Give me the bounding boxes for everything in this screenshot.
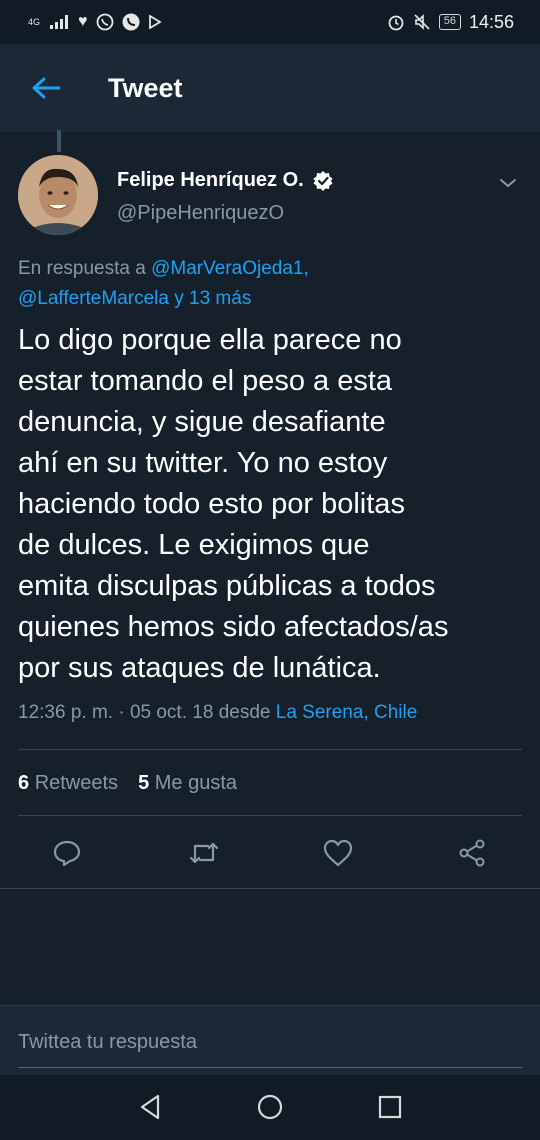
network-type: 4G [28, 16, 41, 27]
likes-count: 5 [138, 772, 150, 794]
tweet-text: Lo digo porque ella parece no estar toma… [18, 320, 528, 689]
back-button[interactable] [0, 44, 92, 132]
tweet-stats: 6 Retweets 5 Me gusta [18, 772, 237, 795]
mention-link[interactable]: @MarVeraOjeda1, [151, 258, 309, 279]
tweet-time: 12:36 p. m. [18, 702, 114, 723]
likes-stat[interactable]: 5 Me gusta [138, 772, 237, 795]
avatar[interactable] [18, 155, 98, 235]
status-right-icons: 56 14:56 [387, 12, 514, 33]
reply-prefix: En respuesta a [18, 258, 146, 279]
whatsapp-icon [96, 13, 113, 31]
tweet-date: 05 oct. 18 [129, 702, 214, 723]
alarm-icon [388, 15, 404, 31]
author-name[interactable]: Felipe Henríquez O. [117, 169, 304, 192]
tweet-text-line: por sus ataques de lunática. [18, 652, 381, 684]
divider [18, 749, 522, 750]
heart-icon: ♥ [78, 13, 88, 30]
verified-badge-icon [313, 170, 333, 191]
retweets-count: 6 [18, 772, 30, 794]
name-line: Felipe Henríquez O. [117, 169, 334, 192]
mention-link[interactable]: @LafferteMarcela [18, 288, 169, 309]
tweet-text-line: estar tomando el peso a esta [18, 365, 393, 397]
mute-icon [414, 14, 430, 30]
author-info: Felipe Henríquez O. @PipeHenriquezO [117, 169, 334, 225]
meta-separator: · [118, 702, 125, 723]
tweet-text-line: Lo digo porque ella parece no [18, 324, 402, 356]
tweet-text-line: ahí en su twitter. Yo no estoy [18, 447, 388, 479]
reply-icon [53, 840, 81, 867]
likes-label: Me gusta [154, 772, 238, 794]
back-arrow-icon [32, 77, 61, 99]
share-button[interactable] [454, 835, 490, 871]
chevron-down-icon[interactable] [494, 169, 522, 197]
nav-back-icon[interactable] [134, 1091, 166, 1123]
retweets-stat[interactable]: 6 Retweets [18, 772, 118, 795]
play-icon [148, 15, 162, 29]
status-left-icons: 4G ♥ [28, 13, 162, 31]
phone-icon [122, 13, 139, 31]
tweet-text-line: emita disculpas públicas a todos [18, 570, 436, 602]
reply-input[interactable] [18, 1018, 522, 1068]
app-header: Tweet [0, 44, 540, 132]
tweet-text-line: de dulces. Le exigimos que [18, 529, 370, 561]
heart-icon [323, 839, 353, 867]
signal-icon [50, 15, 68, 29]
share-icon [459, 839, 485, 867]
retweet-button[interactable] [186, 835, 222, 871]
reply-to: En respuesta a @MarVeraOjeda1, @Lafferte… [18, 254, 522, 314]
battery-icon: 56 [438, 14, 461, 30]
nav-recents-icon[interactable] [374, 1091, 406, 1123]
divider [18, 815, 522, 816]
tweet-text-line: haciendo todo esto por bolitas [18, 488, 405, 520]
tweet-actions [0, 825, 540, 881]
author-handle[interactable]: @PipeHenriquezO [117, 202, 334, 225]
tweet-meta: 12:36 p. m. · 05 oct. 18 desde La Serena… [18, 702, 417, 724]
retweet-icon [189, 842, 219, 864]
divider [0, 888, 540, 889]
tweet-text-line: denuncia, y sigue desafiante [18, 406, 386, 438]
retweets-label: Retweets [34, 772, 119, 794]
more-mentions-link[interactable]: y 13 más [174, 288, 251, 309]
reply-bar [0, 1005, 540, 1075]
like-button[interactable] [320, 835, 356, 871]
status-bar: 4G ♥ 56 14:56 [0, 0, 540, 44]
nav-home-icon[interactable] [254, 1091, 286, 1123]
author-row: Felipe Henríquez O. @PipeHenriquezO [18, 155, 522, 235]
navigation-bar [0, 1075, 540, 1140]
meta-from: desde [218, 702, 271, 723]
clock: 14:56 [468, 11, 514, 32]
page-title: Tweet [108, 72, 183, 103]
reply-button[interactable] [49, 835, 85, 871]
tweet-text-line: quienes hemos sido afectados/as [18, 611, 449, 643]
thread-connector [57, 130, 61, 152]
tweet-place-link[interactable]: La Serena, Chile [276, 702, 418, 723]
avatar-image [18, 155, 98, 235]
